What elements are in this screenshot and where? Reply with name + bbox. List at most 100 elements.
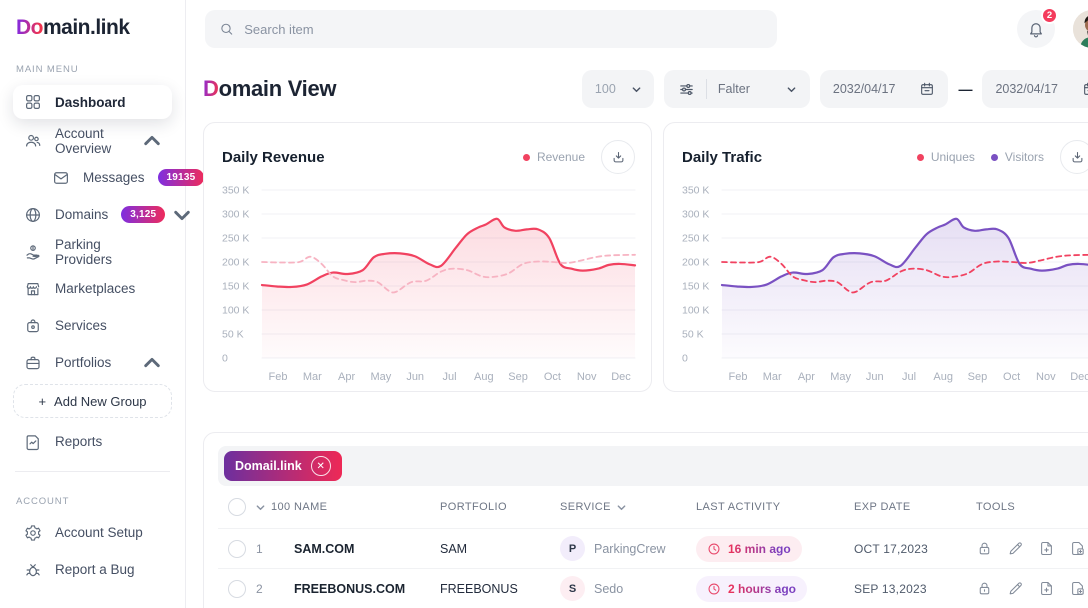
sidebar-item-dashboard[interactable]: Dashboard: [13, 85, 172, 119]
filter-tag-bar: Domail.link ✕: [218, 446, 1088, 486]
download-chart-button[interactable]: [1060, 140, 1088, 174]
col-header-last-activity: LAST ACTIVITY: [696, 501, 854, 513]
daily-trafic-plot: 350 K300 K250 K200 K150 K100 K50 K0FebMa…: [680, 180, 1088, 386]
svg-text:0: 0: [222, 353, 228, 365]
sidebar-item-account-overview[interactable]: Account Overview: [13, 125, 172, 156]
gear-icon: [24, 524, 42, 542]
svg-text:50 K: 50 K: [682, 329, 704, 341]
col-header-service-label: SERVICE: [560, 501, 611, 513]
sidebar-item-portfolios[interactable]: Portfolios: [13, 347, 172, 378]
sidebar-item-label: Services: [55, 318, 107, 333]
lock-icon[interactable]: [976, 580, 993, 597]
legend-label: Visitors: [1005, 150, 1044, 164]
svg-text:200 K: 200 K: [682, 257, 709, 269]
sidebar-item-marketplaces[interactable]: Marketplaces: [13, 273, 172, 304]
bag-icon: [24, 317, 42, 335]
date-to-picker[interactable]: 2032/04/17: [982, 70, 1088, 108]
briefcase-icon: [24, 354, 42, 372]
globe-icon: [24, 206, 42, 224]
legend-revenue: Revenue: [523, 150, 585, 164]
chart-title: Daily Trafic: [682, 149, 762, 166]
table-row: 2 FREEBONUS.COM FREEBONUS S Sedo 2 hours…: [218, 568, 1088, 608]
service-avatar: S: [560, 576, 585, 601]
legend-visitors: Visitors: [991, 150, 1044, 164]
file-plus-icon[interactable]: [1038, 540, 1055, 557]
calendar-icon: [1082, 81, 1088, 97]
svg-text:50 K: 50 K: [222, 329, 244, 341]
row-number: 2: [256, 582, 294, 596]
download-icon: [611, 150, 626, 165]
svg-text:Sep: Sep: [508, 371, 528, 383]
svg-text:Mar: Mar: [763, 371, 782, 383]
logo-rest: main.link: [43, 16, 130, 39]
svg-text:Feb: Feb: [269, 371, 288, 383]
legend-uniques: Uniques: [917, 150, 975, 164]
search-bar[interactable]: [205, 10, 777, 48]
sidebar-item-services[interactable]: Services: [13, 310, 172, 341]
sidebar-item-label: Report a Bug: [55, 562, 135, 577]
plus-icon: +: [38, 394, 46, 409]
main-area: 2 Domain View 100 Falte: [186, 0, 1088, 608]
sidebar-item-messages[interactable]: Messages 19135: [41, 162, 172, 193]
svg-text:May: May: [830, 371, 851, 383]
sidebar-item-account-setup[interactable]: Account Setup: [13, 517, 172, 548]
row-checkbox[interactable]: [228, 540, 246, 558]
row-checkbox[interactable]: [228, 580, 246, 598]
svg-text:150 K: 150 K: [222, 281, 249, 293]
notifications-button[interactable]: 2: [1017, 10, 1055, 48]
select-all-checkbox[interactable]: [228, 498, 246, 516]
sidebar-item-reports[interactable]: Reports: [13, 426, 172, 457]
search-input[interactable]: [244, 22, 763, 37]
view-controls: 100 Falter 2032/04/17 —: [582, 70, 1088, 108]
users-icon: [24, 132, 42, 150]
sidebar-item-report-a-bug[interactable]: Report a Bug: [13, 554, 172, 585]
download-chart-button[interactable]: [601, 140, 635, 174]
filter-dropdown[interactable]: Falter: [664, 70, 810, 108]
legend-label: Revenue: [537, 150, 585, 164]
filter-tag[interactable]: Domail.link ✕: [224, 451, 342, 481]
remove-tag-button[interactable]: ✕: [311, 456, 331, 476]
svg-text:Apr: Apr: [798, 371, 815, 383]
add-new-group-button[interactable]: + Add New Group: [13, 384, 172, 418]
lock-icon[interactable]: [976, 540, 993, 557]
page-head: Domain View 100 Falter 2032/04/17: [203, 70, 1088, 108]
page-title-accent: D: [203, 76, 219, 101]
bell-icon: [1027, 20, 1045, 38]
exp-date: OCT 17,2023: [854, 542, 976, 556]
date-from-picker[interactable]: 2032/04/17: [820, 70, 949, 108]
legend-dot: [991, 154, 998, 161]
svg-text:300 K: 300 K: [222, 209, 249, 221]
chevron-up-icon: [143, 132, 161, 150]
svg-text:150 K: 150 K: [682, 281, 709, 293]
user-avatar[interactable]: [1073, 10, 1088, 48]
page-title: Domain View: [203, 76, 336, 102]
sidebar-item-parking-providers[interactable]: Parking Providers: [13, 236, 172, 267]
edit-icon[interactable]: [1007, 580, 1024, 597]
activity-text: 16 min ago: [728, 542, 791, 556]
svg-text:100 K: 100 K: [682, 305, 709, 317]
service-cell: P ParkingCrew: [560, 536, 696, 561]
table-header: 100 NAME PORTFOLIO SERVICE LAST ACTIVITY…: [218, 486, 1088, 528]
svg-text:Apr: Apr: [338, 371, 355, 383]
svg-text:Oct: Oct: [1003, 371, 1020, 383]
notification-count-badge: 2: [1041, 7, 1058, 24]
main-menu-label: MAIN MENU: [16, 64, 169, 75]
file-plus-icon[interactable]: [1038, 580, 1055, 597]
page-size-select[interactable]: 100: [582, 70, 654, 108]
legend-label: Uniques: [931, 150, 975, 164]
page-size-header-dropdown[interactable]: 100: [256, 501, 294, 513]
edit-icon[interactable]: [1007, 540, 1024, 557]
file-export-icon[interactable]: [1069, 580, 1086, 597]
file-export-icon[interactable]: [1069, 540, 1086, 557]
col-header-service[interactable]: SERVICE: [560, 501, 696, 513]
service-cell: S Sedo: [560, 576, 696, 601]
svg-text:300 K: 300 K: [682, 209, 709, 221]
daily-revenue-plot: 350 K300 K250 K200 K150 K100 K50 K0FebMa…: [220, 180, 641, 386]
svg-text:Jun: Jun: [866, 371, 884, 383]
sidebar-item-domains[interactable]: Domains 3,125: [13, 199, 172, 230]
date-from-value: 2032/04/17: [833, 82, 896, 96]
chevron-down-icon: [787, 85, 796, 94]
svg-text:Jul: Jul: [442, 371, 456, 383]
svg-text:Jun: Jun: [406, 371, 424, 383]
date-to-value: 2032/04/17: [995, 82, 1058, 96]
